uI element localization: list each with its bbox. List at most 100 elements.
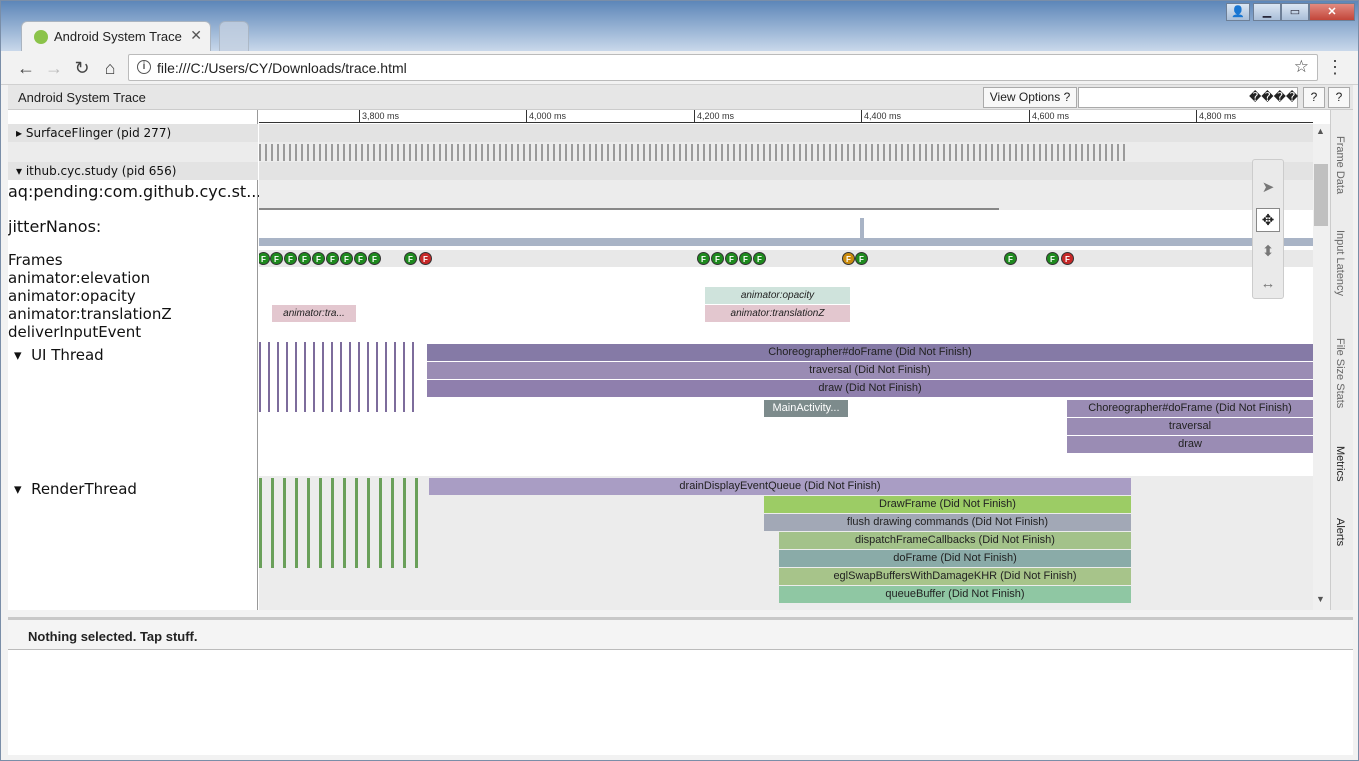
android-icon (34, 30, 48, 44)
ruler-tick: 4,200 ms (694, 110, 734, 122)
process-header-surfaceflinger[interactable]: ▸ SurfaceFlinger (pid 277) (8, 124, 258, 142)
browser-window: Android System Trace ✕ 👤 ▁ ▭ ✕ ← → ↻ ⌂ i… (0, 0, 1359, 761)
frame-marker[interactable]: F (326, 252, 339, 265)
slice-choreographer-doframe[interactable]: Choreographer#doFrame (Did Not Finish) (427, 344, 1313, 361)
tab-frame-data[interactable]: Frame Data (1334, 136, 1346, 194)
slice-mainactivity[interactable]: MainActivity... (764, 400, 848, 417)
ruler-tick: 4,400 ms (861, 110, 901, 122)
slice-choreographer-doframe-2[interactable]: Choreographer#doFrame (Did Not Finish) (1067, 400, 1313, 417)
slice-animator-translationz-2[interactable]: animator:translationZ (705, 305, 850, 322)
help-button-2[interactable]: ? (1328, 87, 1350, 108)
timeline-canvas[interactable]: 3,800 ms 4,000 ms 4,200 ms 4,400 ms 4,60… (259, 110, 1313, 610)
close-window-button[interactable]: ✕ (1309, 3, 1355, 21)
track-label-jitter: jitterNanos: (8, 217, 102, 236)
help-button[interactable]: ? (1303, 87, 1325, 108)
frame-marker[interactable]: F (284, 252, 297, 265)
slice-eglswapbuffers[interactable]: eglSwapBuffersWithDamageKHR (Did Not Fin… (779, 568, 1131, 585)
page-title: Android System Trace (18, 90, 146, 105)
slice-dispatch-frame-callbacks[interactable]: dispatchFrameCallbacks (Did Not Finish) (779, 532, 1131, 549)
home-icon[interactable]: ⌂ (99, 57, 121, 79)
tab-input-latency[interactable]: Input Latency (1334, 230, 1346, 296)
reload-icon[interactable]: ↻ (71, 57, 93, 79)
trace-track-area: ▸ SurfaceFlinger (pid 277) ▾ ithub.cyc.s… (8, 110, 1330, 610)
user-icon[interactable]: 👤 (1226, 3, 1250, 21)
slice-animator-opacity[interactable]: animator:opacity (705, 287, 850, 304)
track-label-render-thread[interactable]: ▾ RenderThread (14, 480, 137, 498)
info-icon[interactable]: i (137, 60, 151, 74)
tab-file-size-stats[interactable]: File Size Stats (1334, 338, 1346, 408)
frame-marker[interactable]: F (1061, 252, 1074, 265)
frame-marker[interactable]: F (404, 252, 417, 265)
frame-marker[interactable]: F (739, 252, 752, 265)
track-label-aq-pending: aq:pending:com.github.cyc.st... (8, 182, 262, 201)
trace-viewer-header: Android System Trace View Options ? ����… (8, 85, 1353, 110)
menu-dots-icon[interactable]: ⋮ (1326, 57, 1344, 78)
selection-status: Nothing selected. Tap stuff. (8, 620, 1353, 650)
slice-draw[interactable]: draw (Did Not Finish) (427, 380, 1313, 397)
frame-marker[interactable]: F (697, 252, 710, 265)
track-label-opacity: animator:opacity (8, 287, 136, 305)
tab-metrics[interactable]: Metrics (1334, 446, 1346, 481)
time-ruler: 3,800 ms 4,000 ms 4,200 ms 4,400 ms 4,60… (259, 110, 1313, 123)
timing-mode-icon[interactable]: ↔ (1256, 272, 1280, 296)
track-label-elevation: animator:elevation (8, 269, 151, 287)
search-nav-buttons[interactable]: ���� (1249, 90, 1298, 104)
search-input[interactable]: ���� (1078, 87, 1298, 108)
frame-marker[interactable]: F (1004, 252, 1017, 265)
slice-drain-display-event-queue[interactable]: drainDisplayEventQueue (Did Not Finish) (429, 478, 1131, 495)
track-labels: ▸ SurfaceFlinger (pid 277) ▾ ithub.cyc.s… (8, 110, 262, 610)
view-options-button[interactable]: View Options ? (983, 87, 1077, 108)
forward-arrow-icon[interactable]: → (43, 57, 65, 79)
back-arrow-icon[interactable]: ← (15, 57, 37, 79)
detail-panel: Nothing selected. Tap stuff. (8, 617, 1353, 755)
browser-toolbar: ← → ↻ ⌂ i file:///C:/Users/CY/Downloads/… (1, 51, 1358, 85)
frame-marker[interactable]: F (340, 252, 353, 265)
tab-title: Android System Trace (54, 29, 182, 44)
pan-move-icon[interactable]: ✥ (1256, 208, 1280, 232)
slice-animator-translationz-1[interactable]: animator:tra... (272, 305, 356, 322)
frame-marker[interactable]: F (368, 252, 381, 265)
frame-marker[interactable]: F (711, 252, 724, 265)
selection-pointer-icon[interactable]: ➤ (1256, 176, 1280, 200)
ruler-tick: 3,800 ms (359, 110, 399, 122)
frame-marker[interactable]: F (354, 252, 367, 265)
maximize-button[interactable]: ▭ (1281, 3, 1309, 21)
scroll-up-icon[interactable]: ▲ (1316, 126, 1325, 136)
vertical-scrollbar[interactable]: ▲ ▼ (1313, 124, 1330, 610)
tab-alerts[interactable]: Alerts (1334, 518, 1346, 546)
address-bar[interactable]: i file:///C:/Users/CY/Downloads/trace.ht… (128, 54, 1318, 81)
slice-flush-drawing-commands[interactable]: flush drawing commands (Did Not Finish) (764, 514, 1131, 531)
frame-marker[interactable]: F (855, 252, 868, 265)
thread-label: RenderThread (31, 480, 137, 498)
slice-traversal[interactable]: traversal (Did Not Finish) (427, 362, 1313, 379)
frame-marker[interactable]: F (298, 252, 311, 265)
slice-queuebuffer[interactable]: queueBuffer (Did Not Finish) (779, 586, 1131, 603)
process-label: ithub.cyc.study (pid 656) (25, 164, 177, 178)
frame-marker[interactable]: F (725, 252, 738, 265)
frame-marker[interactable]: F (312, 252, 325, 265)
ruler-tick: 4,800 ms (1196, 110, 1236, 122)
bookmark-star-icon[interactable]: ☆ (1294, 57, 1309, 77)
track-label-translationz: animator:translationZ (8, 305, 172, 323)
scrollbar-thumb[interactable] (1314, 164, 1328, 226)
slice-traversal-2[interactable]: traversal (1067, 418, 1313, 435)
frame-marker[interactable]: F (1046, 252, 1059, 265)
tab-android-system-trace[interactable]: Android System Trace ✕ (21, 21, 211, 51)
zoom-vertical-icon[interactable]: ⬍ (1256, 240, 1280, 264)
minimize-button[interactable]: ▁ (1253, 3, 1281, 21)
track-label-ui-thread[interactable]: ▾ UI Thread (14, 346, 104, 364)
frame-marker[interactable]: F (270, 252, 283, 265)
slice-drawframe[interactable]: DrawFrame (Did Not Finish) (764, 496, 1131, 513)
new-tab-button[interactable] (219, 21, 249, 51)
track-label-deliver-input: deliverInputEvent (8, 323, 142, 341)
frame-marker[interactable]: F (419, 252, 432, 265)
scroll-down-icon[interactable]: ▼ (1316, 594, 1325, 604)
frame-marker[interactable]: F (842, 252, 855, 265)
url-text[interactable]: file:///C:/Users/CY/Downloads/trace.html (157, 60, 407, 76)
slice-doframe[interactable]: doFrame (Did Not Finish) (779, 550, 1131, 567)
ruler-tick: 4,600 ms (1029, 110, 1069, 122)
slice-draw-2[interactable]: draw (1067, 436, 1313, 453)
frame-marker[interactable]: F (753, 252, 766, 265)
close-tab-icon[interactable]: ✕ (190, 27, 202, 44)
process-header-app[interactable]: ▾ ithub.cyc.study (pid 656) (8, 162, 258, 180)
